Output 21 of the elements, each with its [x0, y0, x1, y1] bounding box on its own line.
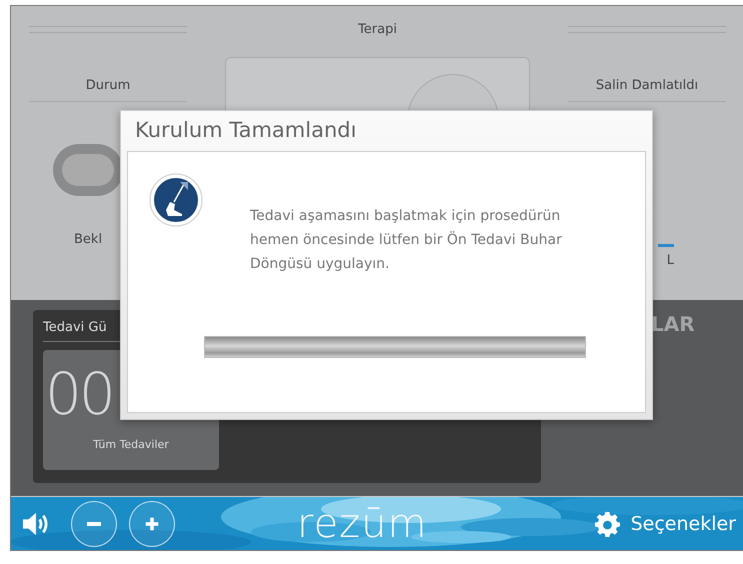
- saline-unit: L: [666, 253, 674, 268]
- dialog-message: Tedavi aşamasını başlatmak için prosedürün hemen öncesinde lütfen bir Ön Tedavi Buhar Döngüsü uygulayın.: [250, 207, 563, 274]
- treatment-count: 00: [45, 359, 113, 430]
- therapy-title: Terapi: [358, 22, 397, 37]
- dialog-title: Kurulum Tamamlandı: [134, 117, 358, 144]
- minus-button[interactable]: [71, 500, 117, 546]
- saline-title: Salin Damlatıldı: [568, 78, 726, 102]
- speaker-icon[interactable]: [21, 512, 49, 536]
- toggle-switch[interactable]: [53, 144, 123, 196]
- saline-indicator: [658, 244, 674, 247]
- minus-icon: [87, 522, 101, 526]
- count-label: Tüm Tedaviler: [93, 438, 169, 451]
- plus-icon: [143, 514, 161, 532]
- handpiece-icon: [148, 172, 204, 228]
- status-label: Bekl: [74, 232, 104, 247]
- logo: rezūm: [297, 502, 428, 546]
- settings-icon: [594, 510, 621, 536]
- panel-title: LAR: [651, 311, 695, 338]
- plus-button[interactable]: [129, 500, 175, 546]
- options-button[interactable]: Seçenekler: [594, 510, 736, 536]
- status-title: Durum: [29, 78, 187, 102]
